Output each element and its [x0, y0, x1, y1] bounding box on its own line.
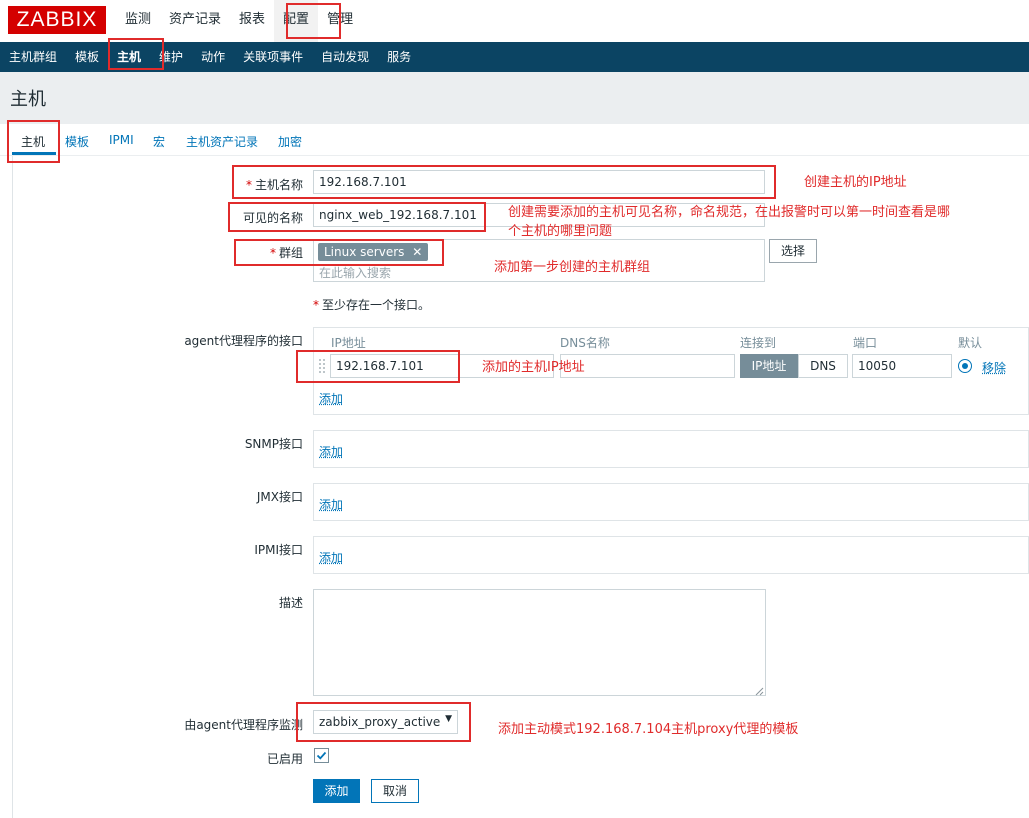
ipmi-label: IPMI接口 — [254, 543, 303, 557]
tab-templates[interactable]: 模板 — [65, 133, 89, 150]
ipmi-interfaces-table — [313, 536, 1029, 574]
description-textarea[interactable] — [313, 589, 766, 696]
menu-inventory[interactable]: 资产记录 — [160, 0, 230, 42]
tab-macros[interactable]: 宏 — [153, 133, 165, 150]
snmp-interfaces-table — [313, 430, 1029, 468]
page-title: 主机 — [10, 89, 46, 110]
annotation-proxy: 添加主动模式192.168.7.104主机proxy代理的模板 — [498, 722, 799, 737]
menu-monitoring[interactable]: 监测 — [116, 0, 160, 42]
iface-header-port: 端口 — [853, 336, 878, 350]
select-groups-button[interactable]: 选择 — [769, 239, 817, 263]
interface-required-note: * 至少存在一个接口。 — [313, 298, 431, 312]
annotation-visible-name-1: 创建需要添加的主机可见名称，命名规范，在出报警时可以第一时间查看是哪 — [508, 205, 951, 220]
snmp-label: SNMP接口 — [244, 437, 303, 451]
annotation-agent-ip: 添加的主机IP地址 — [482, 360, 585, 375]
annotation-visible-name-2: 个主机的哪里问题 — [508, 224, 613, 239]
menu-reports[interactable]: 报表 — [230, 0, 274, 42]
agent-port-input[interactable]: 10050 — [852, 354, 952, 378]
checkmark-icon — [316, 751, 327, 760]
jmx-interfaces-table — [313, 483, 1029, 521]
enabled-label: 已启用 — [266, 752, 303, 766]
add-snmp-interface-link[interactable]: 添加 — [319, 443, 343, 460]
annotation-groups: 添加第一步创建的主机群组 — [494, 260, 651, 275]
iface-header-dns: DNS名称 — [560, 336, 610, 350]
highlight-groups — [234, 239, 444, 266]
highlight-agent-ip — [296, 350, 460, 383]
enabled-checkbox[interactable] — [314, 748, 329, 763]
agent-dns-input[interactable] — [560, 354, 735, 378]
connect-dns-toggle[interactable]: DNS — [798, 354, 848, 378]
highlight-hosts-submenu — [108, 38, 164, 70]
groups-search-placeholder[interactable]: 在此输入搜索 — [319, 264, 391, 281]
tab-inventory[interactable]: 主机资产记录 — [186, 133, 258, 150]
submenu-actions[interactable]: 动作 — [192, 42, 234, 72]
add-ipmi-interface-link[interactable]: 添加 — [319, 549, 343, 566]
zabbix-logo[interactable]: ZABBIX — [8, 6, 106, 34]
highlight-host-name — [232, 165, 776, 199]
highlight-visible-name — [228, 202, 486, 232]
iface-header-ip: IP地址 — [331, 336, 366, 350]
annotation-host-name: 创建主机的IP地址 — [804, 175, 907, 190]
submenu-services[interactable]: 服务 — [378, 42, 420, 72]
submenu-host-groups[interactable]: 主机群组 — [0, 42, 66, 72]
add-agent-interface-link[interactable]: 添加 — [319, 390, 343, 407]
jmx-label: JMX接口 — [256, 490, 303, 504]
form-tabs: 主机 模板 IPMI 宏 主机资产记录 加密 — [0, 124, 1029, 156]
default-interface-radio[interactable] — [958, 359, 972, 373]
tab-ipmi[interactable]: IPMI — [109, 133, 134, 147]
tab-encryption[interactable]: 加密 — [278, 133, 302, 150]
title-bar: 主机 — [0, 72, 1029, 124]
top-header: ZABBIX 监测 资产记录 报表 配置 管理 — [0, 0, 1029, 42]
agent-interfaces-label: agent代理程序的接口 — [184, 334, 303, 348]
highlight-host-tab — [7, 120, 60, 163]
iface-header-default: 默认 — [958, 336, 983, 350]
submenu-event-correlation[interactable]: 关联项事件 — [234, 42, 312, 72]
remove-interface-link[interactable]: 移除 — [982, 359, 1006, 376]
highlight-proxy — [296, 702, 471, 742]
add-host-button[interactable]: 添加 — [313, 779, 360, 803]
radio-dot — [962, 363, 968, 369]
resize-handle-icon[interactable] — [755, 685, 764, 696]
submenu-templates[interactable]: 模板 — [66, 42, 108, 72]
cancel-button[interactable]: 取消 — [371, 779, 419, 803]
description-label: 描述 — [278, 596, 303, 610]
iface-header-connect: 连接到 — [740, 336, 777, 350]
proxy-label: 由agent代理程序监测 — [184, 718, 303, 732]
highlight-config-menu — [286, 3, 341, 39]
connect-ip-toggle[interactable]: IP地址 — [740, 354, 798, 378]
submenu-discovery[interactable]: 自动发现 — [312, 42, 378, 72]
add-jmx-interface-link[interactable]: 添加 — [319, 496, 343, 513]
